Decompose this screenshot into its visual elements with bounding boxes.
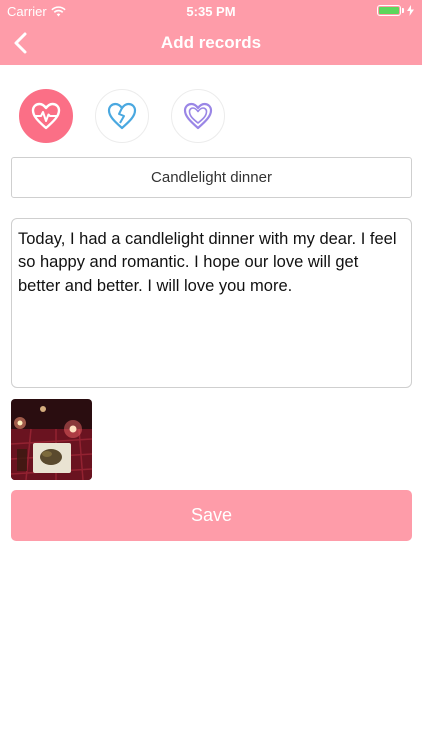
heart-outline-icon (183, 102, 213, 130)
battery (377, 5, 414, 16)
save-button[interactable]: Save (11, 490, 412, 541)
record-content-value: Today, I had a candlelight dinner with m… (18, 230, 397, 295)
battery-icon (377, 5, 401, 16)
record-title-value: Candlelight dinner (151, 169, 272, 186)
attached-photo[interactable] (11, 399, 92, 480)
mood-love-button[interactable] (171, 89, 225, 143)
mood-selector (0, 89, 422, 145)
record-content-field[interactable]: Today, I had a candlelight dinner with m… (11, 218, 412, 388)
top-bar: Carrier 5:35 PM Add records (0, 0, 422, 65)
heartbeat-icon (31, 102, 61, 130)
status-bar: Carrier 5:35 PM (0, 0, 422, 22)
navigation-bar: Add records (0, 22, 422, 65)
charging-icon (407, 5, 414, 16)
mood-sad-button[interactable] (95, 89, 149, 143)
record-title-field[interactable]: Candlelight dinner (11, 157, 412, 198)
page-title: Add records (160, 33, 262, 52)
status-time: 5:35 PM (186, 4, 236, 19)
mood-happy-button[interactable] (19, 89, 73, 143)
candlelight-dinner-photo (11, 399, 92, 480)
save-button-label: Save (190, 505, 233, 525)
broken-heart-icon (107, 102, 137, 130)
